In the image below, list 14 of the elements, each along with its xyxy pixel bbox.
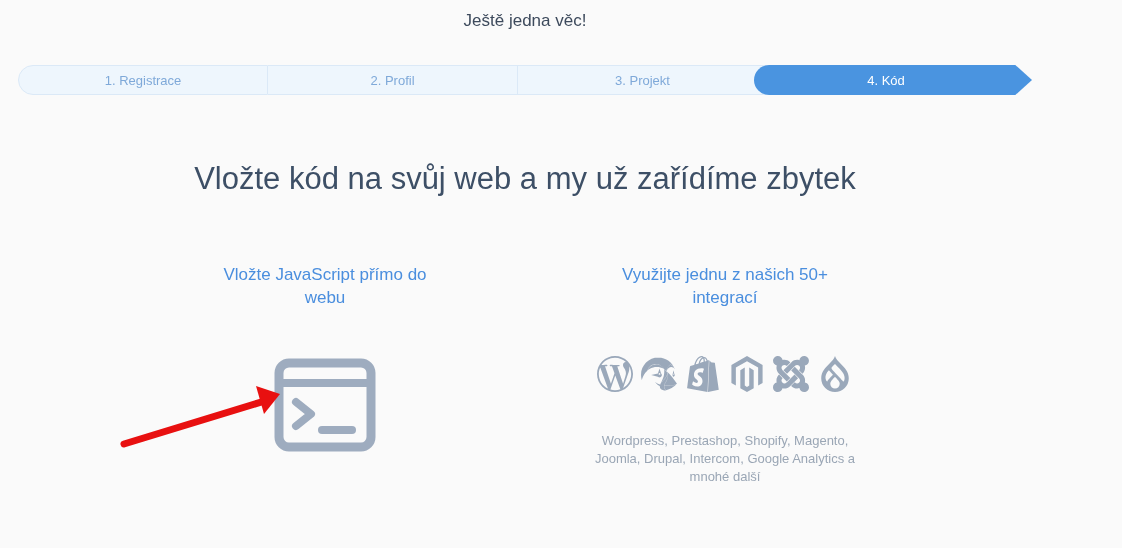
shopify-logo-icon (685, 356, 721, 392)
page-title: Ještě jedna věc! (462, 10, 588, 32)
step-tab[interactable]: 2. Profil (268, 65, 518, 95)
magento-logo-icon (729, 356, 765, 392)
prestashop-logo-icon (641, 356, 677, 392)
joomla-logo-icon (773, 356, 809, 392)
step-tab[interactable]: 4. Kód (754, 65, 1032, 95)
main-heading: Vložte kód na svůj web a my už zařídíme zbytek (193, 161, 857, 197)
option-title: Využijte jednu z našich 50+ integrací (621, 264, 829, 309)
step-tab[interactable]: 1. Registrace (18, 65, 268, 95)
terminal-icon (274, 358, 376, 452)
integrations-caption: Wordpress, Prestashop, Shopify, Magento, Joomla, Drupal, Intercom, Google Analytics a mnohé další (594, 432, 856, 486)
wordpress-logo-icon (597, 356, 633, 392)
option-title: Vložte JavaScript přímo do webu (222, 264, 428, 309)
